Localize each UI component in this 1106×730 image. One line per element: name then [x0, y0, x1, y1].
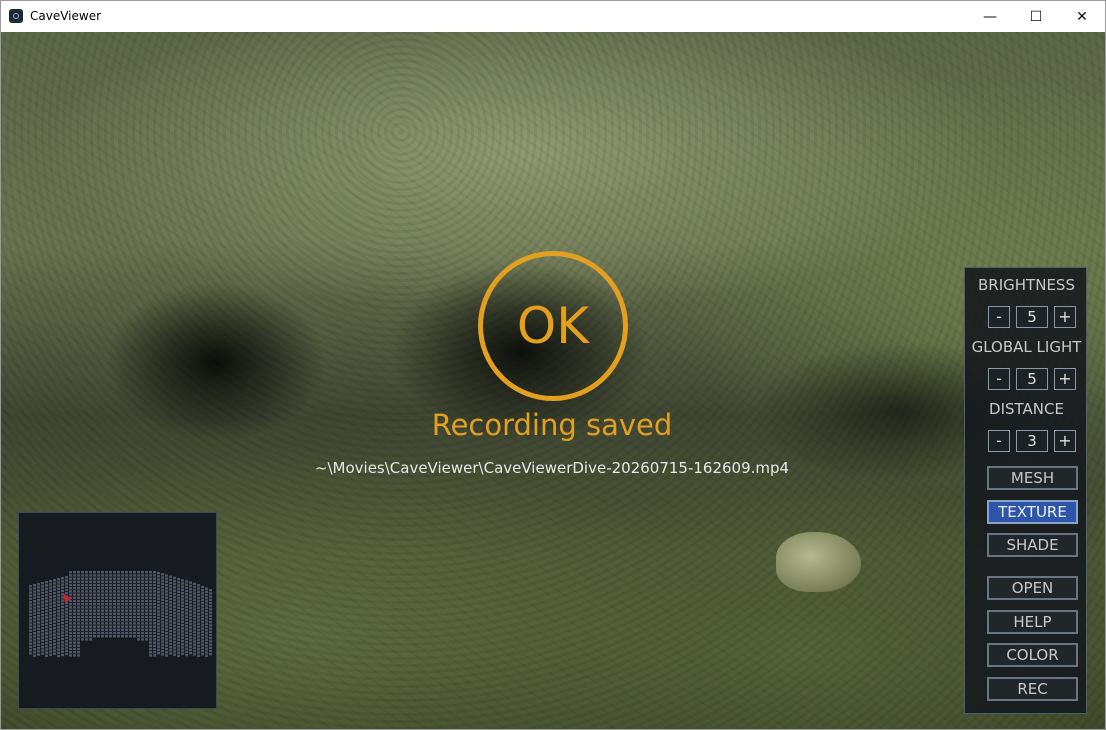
recording-saved-message: Recording saved — [431, 408, 673, 442]
minimap-canvas — [29, 571, 212, 658]
close-button[interactable]: ✕ — [1059, 1, 1105, 32]
mesh-button[interactable]: MESH — [987, 466, 1078, 490]
shade-button[interactable]: SHADE — [987, 533, 1078, 557]
texture-button[interactable]: TEXTURE — [987, 500, 1078, 524]
app-icon — [9, 9, 23, 23]
minimize-button[interactable]: — — [967, 1, 1013, 32]
global-light-decrease-button[interactable]: - — [988, 368, 1010, 390]
global-light-value: 5 — [1016, 368, 1048, 390]
distance-label: DISTANCE — [989, 400, 1064, 418]
distance-value: 3 — [1016, 430, 1048, 452]
window-title: CaveViewer — [30, 9, 102, 23]
global-light-label: GLOBAL LIGHT — [971, 338, 1082, 356]
control-panel: BRIGHTNESS - 5 + GLOBAL LIGHT - 5 + DIST… — [964, 267, 1087, 714]
minimap-cave-layout — [29, 571, 212, 658]
distance-decrease-button[interactable]: - — [988, 430, 1010, 452]
ok-text: OK — [516, 297, 590, 355]
brightness-increase-button[interactable]: + — [1054, 306, 1076, 328]
app-window: CaveViewer — ☐ ✕ OK Recording saved ~\Mo… — [0, 0, 1106, 730]
ok-badge: OK — [478, 251, 628, 401]
maximize-button[interactable]: ☐ — [1013, 1, 1059, 32]
brightness-value: 5 — [1016, 306, 1048, 328]
recording-file-path: ~\Movies\CaveViewer\CaveViewerDive-20260… — [314, 459, 790, 477]
brightness-label: BRIGHTNESS — [978, 276, 1075, 294]
cave-3d-viewport[interactable]: OK Recording saved ~\Movies\CaveViewer\C… — [1, 32, 1105, 729]
distance-increase-button[interactable]: + — [1054, 430, 1076, 452]
help-button[interactable]: HELP — [987, 610, 1078, 634]
title-bar[interactable]: CaveViewer — ☐ ✕ — [1, 1, 1105, 32]
rock-boulder — [776, 532, 861, 592]
color-button[interactable]: COLOR — [987, 643, 1078, 667]
minimap[interactable] — [18, 512, 217, 709]
brightness-decrease-button[interactable]: - — [988, 306, 1010, 328]
rec-button[interactable]: REC — [987, 677, 1078, 701]
open-button[interactable]: OPEN — [987, 576, 1078, 600]
global-light-increase-button[interactable]: + — [1054, 368, 1076, 390]
